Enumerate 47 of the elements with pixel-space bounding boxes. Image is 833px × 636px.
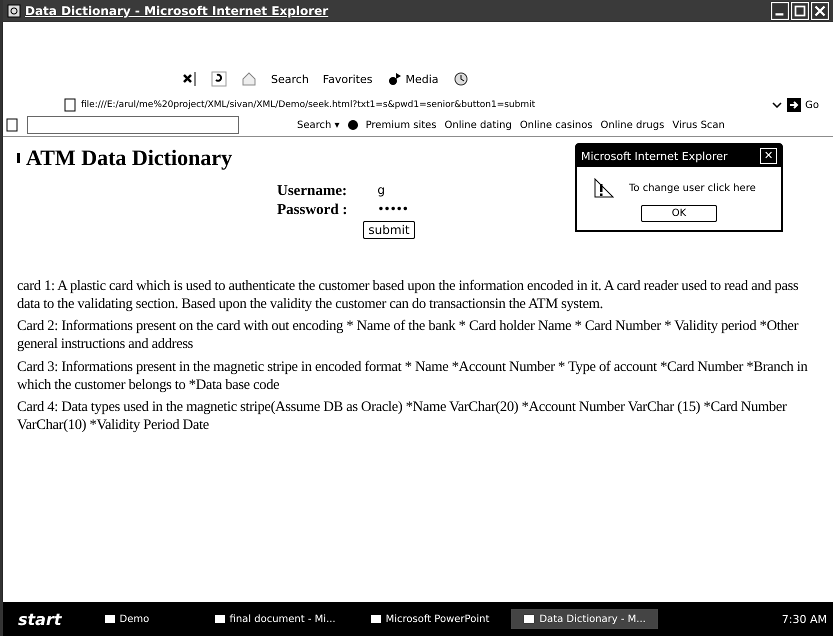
close-icon[interactable]	[811, 2, 829, 20]
card-description: Card 2: Informations present on the card with out encoding * Name of the bank * Card holder Name * Card Number * Validity period *Other general instructions and address	[17, 317, 800, 354]
media-button[interactable]: Media	[386, 71, 439, 87]
toolbar-link[interactable]: Virus Scan	[672, 120, 725, 130]
window-icon	[523, 613, 536, 625]
taskbar-button[interactable]: Data Dictionary - M...	[511, 609, 658, 629]
browser-icon	[7, 4, 21, 18]
page-icon	[63, 98, 77, 112]
username-label: Username:	[277, 183, 348, 200]
refresh-icon[interactable]	[211, 71, 227, 87]
toolbar-link[interactable]: Online casinos	[520, 120, 593, 130]
media-icon	[386, 71, 402, 87]
page-icon	[5, 118, 19, 132]
dropdown-caret-icon[interactable]	[772, 102, 782, 108]
maximize-icon[interactable]	[791, 2, 809, 20]
page-heading: ATM Data Dictionary	[26, 145, 232, 171]
ok-button[interactable]: OK	[641, 205, 717, 222]
toolbar-link[interactable]: Online dating	[444, 120, 512, 130]
search-menu-button[interactable]: Search ▾	[297, 120, 340, 130]
dialog-message: To change user click here	[629, 182, 756, 194]
card-description: card 1: A plastic card which is used to authenticate the customer based upon the information encoded in it. A card reader used to read and pass data to the validating section. Based upon the validity the customer can do transactionsin the ATM system.	[17, 277, 800, 314]
go-button[interactable]: Go	[786, 97, 833, 113]
stop-icon[interactable]	[181, 71, 197, 87]
bullet-icon	[17, 153, 20, 163]
toolbar-link[interactable]: Online drugs	[600, 120, 664, 130]
clock: 7:30 AM	[782, 612, 828, 626]
minimize-icon[interactable]	[771, 2, 789, 20]
toolbar-link[interactable]: Premium sites	[366, 120, 437, 130]
submit-button[interactable]: submit	[363, 221, 415, 239]
window-icon	[104, 613, 116, 625]
home-icon[interactable]	[241, 71, 257, 87]
close-button[interactable]: ✕	[760, 148, 777, 164]
address-field[interactable]: file:///E:/arul/me%20project/XML/sivan/XML/Demo/seek.html?txt1=s&pwd1=senior&button1=submit	[81, 100, 768, 110]
password-label: Password :	[277, 202, 348, 219]
dialog-title: Microsoft Internet Explorer	[581, 150, 728, 162]
search-button[interactable]: Search	[271, 72, 309, 86]
search-field[interactable]	[27, 116, 239, 134]
window-icon	[214, 613, 226, 625]
window-icon	[370, 613, 382, 625]
card-description: Card 4: Data types used in the magnetic stripe(Assume DB as Oracle) *Name VarChar(20) *Account Number VarChar (15) *Card Number VarChar(10) *Validity Period Date	[17, 398, 788, 434]
username-value: g	[377, 183, 386, 199]
circle-icon[interactable]	[348, 120, 358, 130]
password-value: •••••	[377, 202, 409, 218]
history-icon[interactable]	[452, 71, 469, 87]
favorites-button[interactable]: Favorites	[322, 72, 372, 86]
window-title: Data Dictionary - Microsoft Internet Explorer	[25, 4, 328, 18]
card-description: Card 3: Informations present in the magnetic stripe in encoded format * Name *Account Number * Type of account *Card Number *Branch in which the customer belongs to *Data base code	[17, 358, 808, 394]
